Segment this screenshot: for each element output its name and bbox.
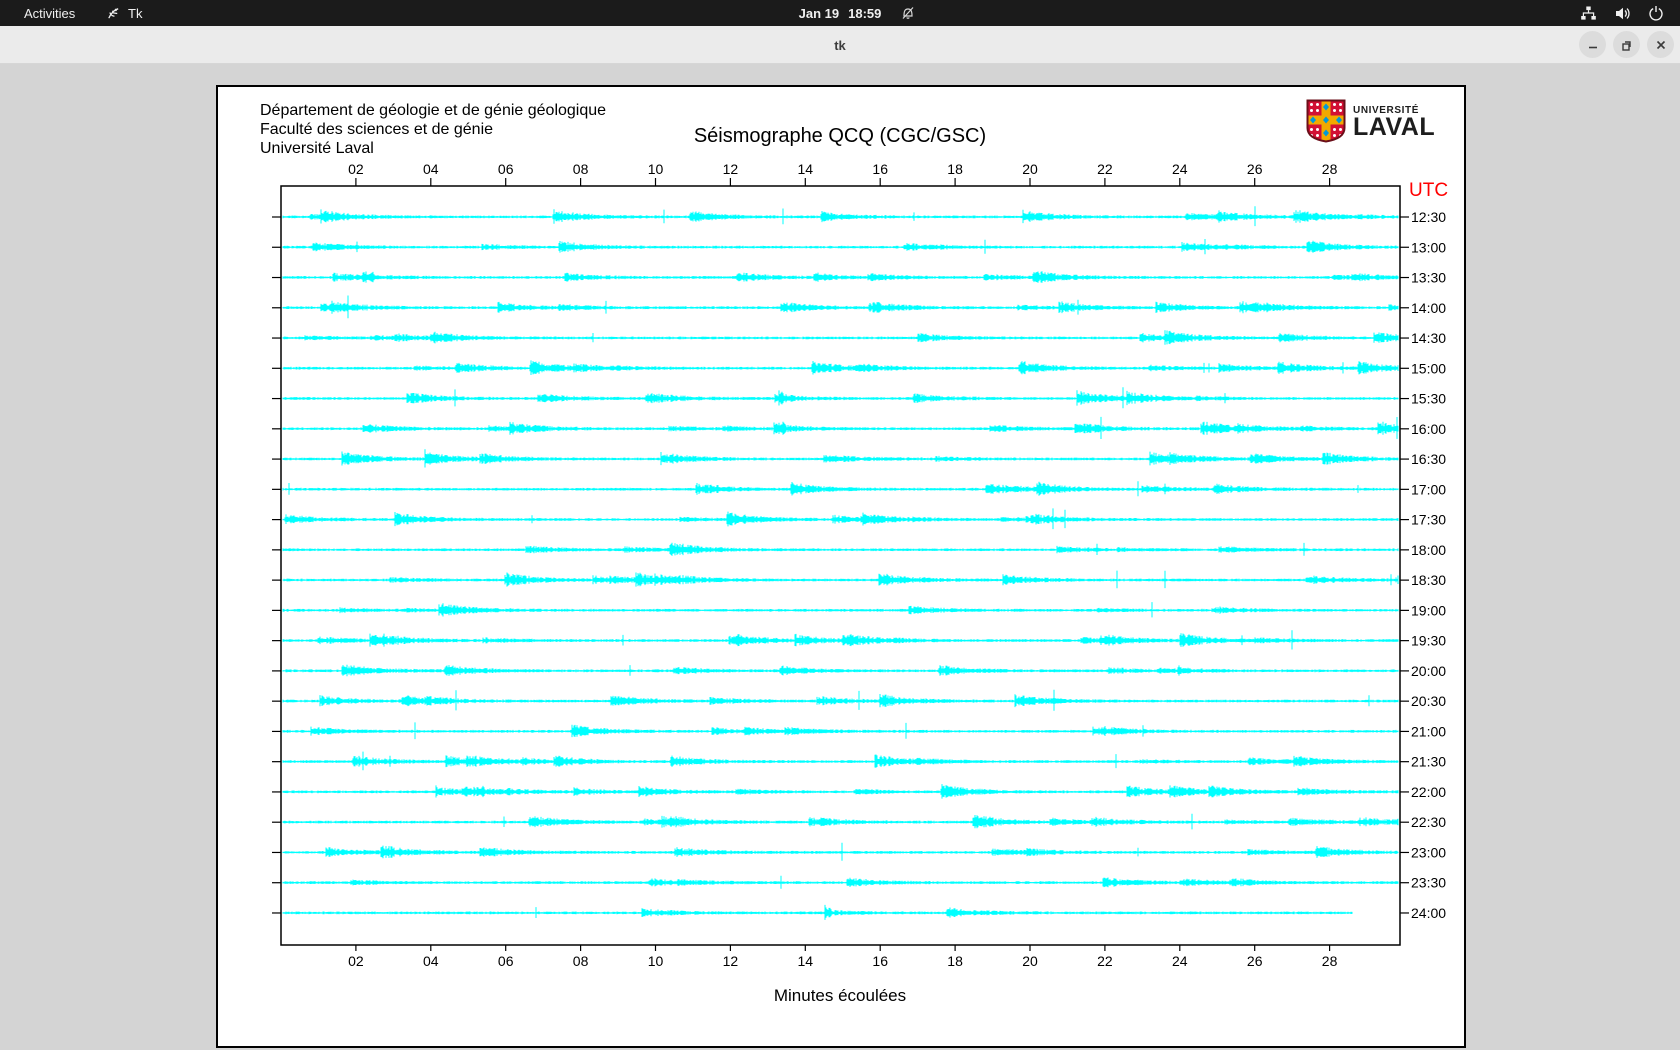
x-tick-label-top: 26 xyxy=(1247,161,1263,177)
seismogram-trace xyxy=(282,813,1399,830)
x-tick-label-top: 04 xyxy=(423,161,439,177)
close-button[interactable] xyxy=(1647,31,1674,58)
x-tick-label-bottom: 20 xyxy=(1022,953,1038,969)
seismogram-trace xyxy=(282,904,1353,920)
x-tick-label-top: 20 xyxy=(1022,161,1038,177)
row-time-label: 17:00 xyxy=(1411,481,1446,497)
row-time-label: 16:30 xyxy=(1411,451,1446,467)
x-tick-label-bottom: 26 xyxy=(1247,953,1263,969)
row-time-label: 23:00 xyxy=(1411,844,1446,860)
row-time-label: 24:00 xyxy=(1411,905,1446,921)
row-time-label: 17:30 xyxy=(1411,512,1446,528)
seismogram-trace xyxy=(282,664,1399,677)
window-title: tk xyxy=(834,37,846,53)
x-tick-label-bottom: 10 xyxy=(648,953,664,969)
seismogram-trace xyxy=(282,751,1399,771)
seismogram-trace xyxy=(282,722,1399,740)
row-time-label: 16:00 xyxy=(1411,421,1446,437)
seismogram-trace xyxy=(282,271,1399,283)
seismogram-trace xyxy=(282,330,1399,345)
seismogram-trace xyxy=(282,689,1399,711)
seismogram-trace xyxy=(282,875,1399,889)
row-time-label: 15:00 xyxy=(1411,360,1446,376)
x-tick-label-top: 08 xyxy=(573,161,589,177)
maximize-button[interactable] xyxy=(1613,31,1640,58)
x-tick-label-bottom: 14 xyxy=(798,953,814,969)
plot-frame xyxy=(280,185,1401,946)
notifications-muted-icon[interactable] xyxy=(900,5,916,21)
seismogram-trace xyxy=(282,360,1399,375)
network-wired-icon[interactable] xyxy=(1580,5,1597,22)
row-time-label: 20:00 xyxy=(1411,663,1446,679)
x-tick-label-top: 22 xyxy=(1097,161,1113,177)
clock-time: 18:59 xyxy=(848,5,882,21)
seismogram-trace xyxy=(282,481,1399,497)
x-tick-label-bottom: 04 xyxy=(423,953,439,969)
x-tick-label-bottom: 28 xyxy=(1322,953,1338,969)
x-tick-label-top: 18 xyxy=(947,161,963,177)
utc-label: UTC xyxy=(1409,180,1448,201)
x-tick-label-bottom: 06 xyxy=(498,953,514,969)
minimize-button[interactable] xyxy=(1579,31,1606,58)
seismograph-plot: 02 02 04 04 06 06 08 08 10 10 12 12 14 14 16 16 18 18 20 20… xyxy=(272,161,1448,969)
x-tick-label-top: 16 xyxy=(872,161,888,177)
x-tick-label-top: 10 xyxy=(648,161,664,177)
row-time-label: 13:00 xyxy=(1411,239,1446,255)
row-time-label: 14:00 xyxy=(1411,300,1446,316)
row-time-label: 21:30 xyxy=(1411,754,1446,770)
row-time-label: 14:30 xyxy=(1411,330,1446,346)
row-time-label: 19:00 xyxy=(1411,602,1446,618)
seismogram-trace xyxy=(282,239,1399,255)
row-time-label: 18:00 xyxy=(1411,542,1446,558)
seismogram-trace xyxy=(282,602,1399,618)
row-time-label: 18:30 xyxy=(1411,572,1446,588)
seismogram-trace xyxy=(282,387,1399,409)
x-tick-label-bottom: 08 xyxy=(573,953,589,969)
x-tick-label-bottom: 24 xyxy=(1172,953,1188,969)
clock-date: Jan 19 xyxy=(798,5,840,21)
seismogram-trace xyxy=(282,784,1399,799)
seismogram-trace xyxy=(282,295,1399,319)
x-tick-label-bottom: 02 xyxy=(348,953,364,969)
row-time-label: 20:30 xyxy=(1411,693,1446,709)
x-tick-label-top: 02 xyxy=(348,161,364,177)
row-time-label: 15:30 xyxy=(1411,391,1446,407)
x-tick-label-top: 28 xyxy=(1322,161,1338,177)
seismogram-trace xyxy=(282,508,1399,530)
seismogram-trace xyxy=(282,542,1399,556)
top-bar: Activities Tk Jan 19 18:59 xyxy=(0,0,1680,26)
seismogram-trace xyxy=(282,206,1399,227)
row-time-label: 22:30 xyxy=(1411,814,1446,830)
row-time-label: 19:30 xyxy=(1411,633,1446,649)
row-time-label: 13:30 xyxy=(1411,270,1446,286)
row-time-label: 22:00 xyxy=(1411,784,1446,800)
x-tick-label-top: 24 xyxy=(1172,161,1188,177)
row-time-label: 12:30 xyxy=(1411,209,1446,225)
power-icon[interactable] xyxy=(1648,5,1664,21)
system-tray xyxy=(1580,0,1664,26)
x-tick-label-top: 06 xyxy=(498,161,514,177)
volume-icon[interactable] xyxy=(1614,5,1631,22)
x-tick-label-bottom: 18 xyxy=(947,953,963,969)
x-tick-label-bottom: 16 xyxy=(872,953,888,969)
seismogram-trace xyxy=(282,416,1399,439)
row-time-label: 21:00 xyxy=(1411,723,1446,739)
x-tick-label-bottom: 12 xyxy=(723,953,739,969)
seismograph-canvas: Département de géologie et de génie géol… xyxy=(216,85,1466,1048)
row-time-label: 23:30 xyxy=(1411,875,1446,891)
window-titlebar[interactable]: tk xyxy=(0,26,1680,64)
seismogram-trace xyxy=(282,570,1399,589)
window-controls xyxy=(1579,31,1674,58)
seismogram-trace xyxy=(282,842,1399,861)
seismogram-trace xyxy=(282,449,1399,468)
x-axis-label: Minutes écoulées xyxy=(773,986,907,1005)
x-tick-label-bottom: 22 xyxy=(1097,953,1113,969)
x-tick-label-top: 12 xyxy=(723,161,739,177)
x-tick-label-top: 14 xyxy=(798,161,814,177)
seismogram-trace xyxy=(282,630,1399,650)
clock-button[interactable]: Jan 19 18:59 xyxy=(0,0,1680,26)
